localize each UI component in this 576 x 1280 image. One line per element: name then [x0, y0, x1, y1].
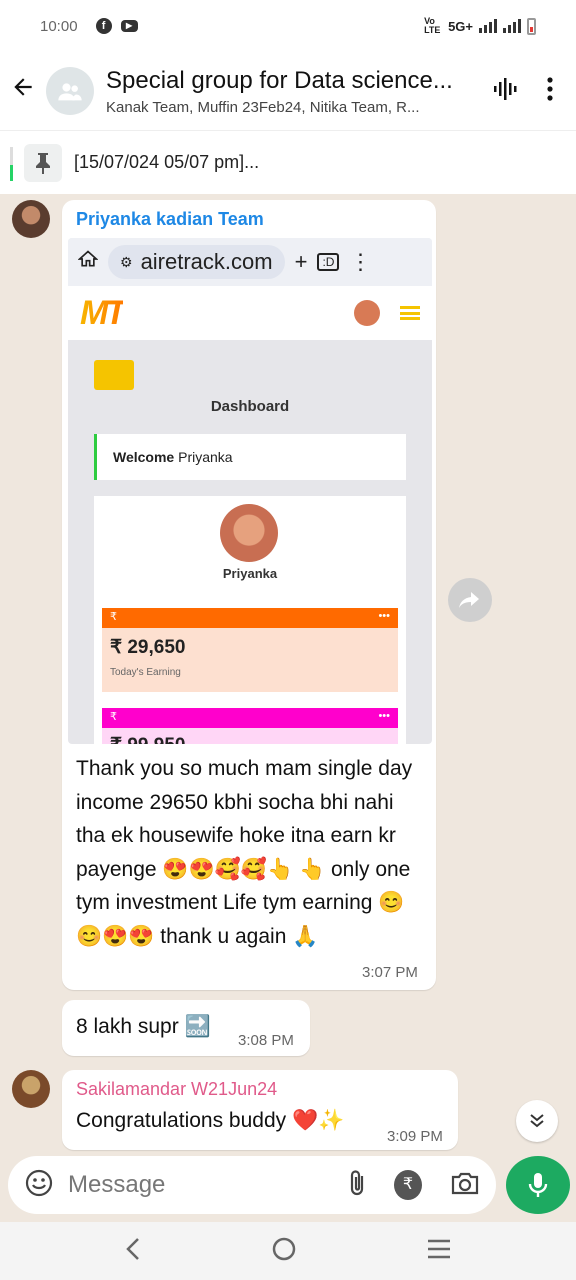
chat-area[interactable]: Priyanka kadian Team ⚙ airetrack.com + :… — [0, 194, 576, 1156]
sender-avatar[interactable] — [12, 1070, 50, 1108]
scroll-down-icon[interactable] — [516, 1100, 558, 1142]
nav-recents-icon[interactable] — [426, 1238, 452, 1265]
message-text: Thank you so much mam single day income … — [76, 757, 413, 948]
site-settings-icon: ⚙ — [120, 253, 133, 270]
browser-url-bar: ⚙ airetrack.com + :D ⋮ — [68, 238, 432, 286]
dashboard-icon — [94, 360, 134, 390]
site-avatar — [354, 300, 380, 326]
card-menu-icon: ••• — [378, 610, 390, 622]
nav-back-icon[interactable] — [124, 1237, 142, 1266]
back-arrow-icon[interactable] — [0, 74, 46, 108]
earning-amount: ₹ 29,650 — [110, 637, 186, 658]
dashboard-title: Dashboard — [210, 398, 290, 415]
pinned-message-bar[interactable]: [15/07/024 05/07 pm]... — [0, 130, 576, 194]
pinned-indicator — [10, 147, 13, 181]
tabs-icon: :D — [317, 253, 340, 271]
url-pill: ⚙ airetrack.com — [108, 245, 285, 279]
youtube-icon: ▶ — [120, 20, 138, 32]
message-text: 8 lakh supr 🔜 — [76, 1015, 211, 1038]
browser-menu-icon: ⋮ — [349, 249, 372, 274]
status-bar: 10:00 f ▶ Vo LTE 5G+ — [0, 0, 576, 52]
message-composer: ₹ — [0, 1156, 576, 1222]
status-time: 10:00 — [40, 17, 78, 35]
profile-avatar — [220, 504, 278, 562]
profile-card: Priyanka ₹ ••• ₹ 29,650 Today's Earning ₹… — [94, 496, 406, 744]
system-nav-bar — [0, 1222, 576, 1280]
message-time: 3:09 PM — [387, 1128, 443, 1145]
welcome-box: Welcome Priyanka — [94, 434, 406, 480]
site-header: MT — [68, 286, 432, 340]
sender-avatar[interactable] — [12, 200, 50, 238]
hamburger-icon — [400, 306, 420, 320]
emoji-icon[interactable] — [24, 1168, 54, 1203]
group-avatar-icon[interactable] — [46, 67, 94, 115]
image-attachment[interactable]: ⚙ airetrack.com + :D ⋮ MT Dashboard Welc… — [68, 238, 432, 744]
new-tab-icon: + — [294, 249, 308, 274]
facebook-icon: f — [95, 18, 112, 34]
forward-icon[interactable] — [448, 578, 492, 622]
welcome-name: Priyanka — [178, 449, 233, 465]
rupee-icon-2: ₹ — [110, 711, 117, 723]
message-sender: Priyanka kadian Team — [76, 209, 264, 229]
volte-label: Vo LTE — [424, 16, 441, 35]
rupee-icon: ₹ — [110, 611, 117, 623]
attach-icon[interactable] — [346, 1168, 370, 1203]
pin-icon — [24, 143, 62, 182]
site-logo: MT — [80, 293, 126, 332]
message-bubble[interactable]: 8 lakh supr 🔜 3:08 PM — [62, 1000, 310, 1056]
battery-icon — [527, 17, 536, 35]
profile-name: Priyanka — [222, 566, 278, 581]
second-amount: ₹ 99,950 — [102, 728, 398, 744]
signal-icon-2 — [503, 19, 521, 33]
group-members: Kanak Team, Muffin 23Feb24, Nitika Team,… — [106, 98, 420, 116]
earning-card: ₹ ••• ₹ 29,650 Today's Earning — [102, 608, 398, 692]
group-title: Special group for Data science... — [106, 66, 453, 94]
url-text: airetrack.com — [140, 249, 273, 274]
second-card: ₹ ••• ₹ 99,950 — [102, 708, 398, 744]
message-sender: Sakilamandar W21Jun24 — [76, 1079, 278, 1099]
nav-home-icon[interactable] — [271, 1236, 297, 1267]
payment-icon[interactable]: ₹ — [394, 1170, 422, 1200]
earning-label: Today's Earning — [110, 667, 181, 678]
network-label: 5G+ — [448, 18, 473, 34]
camera-icon[interactable] — [450, 1170, 480, 1201]
message-time: 3:08 PM — [238, 1032, 294, 1049]
home-icon — [77, 249, 99, 275]
pinned-text: [15/07/024 05/07 pm]... — [74, 152, 260, 172]
more-options-icon[interactable] — [546, 76, 554, 107]
status-right: Vo LTE 5G+ — [424, 17, 536, 35]
group-title-block[interactable]: Special group for Data science... Kanak … — [106, 67, 492, 116]
card-menu-icon-2: ••• — [378, 710, 390, 722]
message-time: 3:07 PM — [362, 964, 418, 981]
welcome-label: Welcome — [113, 449, 175, 465]
message-bubble[interactable]: Sakilamandar W21Jun24 Congratulations bu… — [62, 1070, 458, 1150]
mic-button[interactable] — [506, 1156, 570, 1214]
signal-icon — [479, 19, 497, 33]
voice-chat-icon[interactable] — [492, 75, 520, 108]
message-text: Congratulations buddy ❤️✨ — [76, 1109, 345, 1132]
input-pill: ₹ — [8, 1156, 496, 1214]
chat-header: Special group for Data science... Kanak … — [0, 52, 576, 130]
message-input[interactable] — [68, 1171, 308, 1199]
